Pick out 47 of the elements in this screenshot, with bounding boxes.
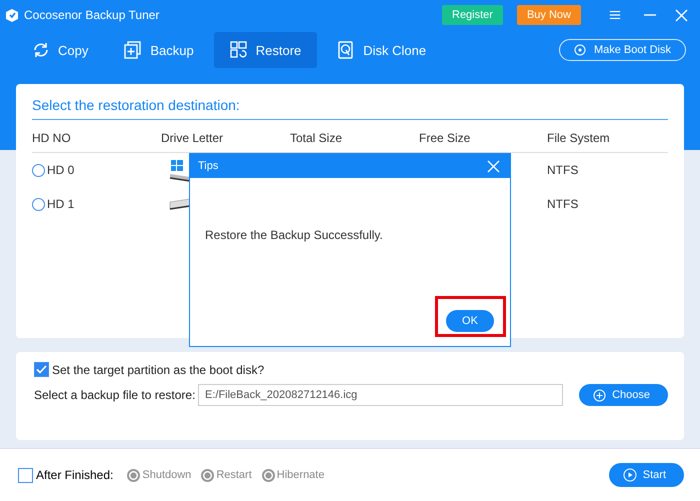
table-cell: HD 0 [47, 163, 74, 177]
radio-label: Shutdown [142, 469, 192, 481]
checkbox-label: After Finished: [36, 468, 114, 482]
close-button[interactable] [675, 8, 688, 22]
play-circle-icon [622, 468, 637, 482]
checkbox[interactable] [18, 468, 33, 482]
column-header: Drive Letter [161, 130, 224, 145]
close-icon [487, 160, 500, 172]
tab[interactable]: Copy [16, 32, 104, 68]
plus-square-icon [124, 41, 142, 59]
tab[interactable]: Backup [108, 32, 210, 68]
table-cell: HD 1 [47, 197, 74, 211]
window-title: Cocosenor Backup Tuner [24, 8, 160, 22]
disc-icon [574, 44, 586, 56]
section-heading: Select the restoration destination: [32, 84, 668, 120]
buy-now-button[interactable]: Buy Now [516, 5, 581, 25]
check-icon [36, 365, 47, 374]
choose-button[interactable]: Choose [579, 384, 668, 406]
ok-button[interactable]: OK [446, 310, 494, 332]
register-button[interactable]: Register [442, 5, 503, 25]
file-path-field[interactable]: E:/FileBack_202082712146.icg [198, 384, 564, 406]
radio-button[interactable] [32, 164, 45, 176]
refresh-icon [32, 41, 50, 59]
make-boot-disk-button[interactable]: Make Boot Disk [558, 39, 686, 61]
close-button[interactable] [487, 160, 500, 172]
dialog-message: Restore the Backup Successfully. [204, 227, 384, 244]
radio-button[interactable] [32, 198, 45, 210]
radio-label: Restart [216, 469, 252, 481]
radio-label: Hibernate [276, 469, 324, 481]
table-cell-text: NTFS [547, 197, 580, 211]
tab[interactable]: Disk Clone [321, 32, 442, 68]
column-header: HD NO [32, 130, 72, 145]
windows-restore-icon [230, 41, 248, 59]
column-header: File System [547, 130, 611, 145]
start-button[interactable]: Start [608, 463, 684, 487]
table-cell-text: NTFS [547, 163, 580, 177]
checkbox[interactable] [34, 362, 49, 377]
column-header: Free Size [419, 130, 472, 145]
checkbox-label: Set the target partition as the boot disk? [52, 362, 264, 376]
close-icon [675, 8, 688, 22]
tab[interactable]: Restore [214, 32, 318, 68]
dialog-title: Tips [198, 160, 218, 172]
plus-circle-icon [593, 388, 606, 402]
logo-icon [6, 8, 18, 22]
menu-icon [609, 9, 621, 21]
column-header: Total Size [290, 130, 344, 145]
field-label: Select a backup file to restore: [34, 388, 192, 402]
